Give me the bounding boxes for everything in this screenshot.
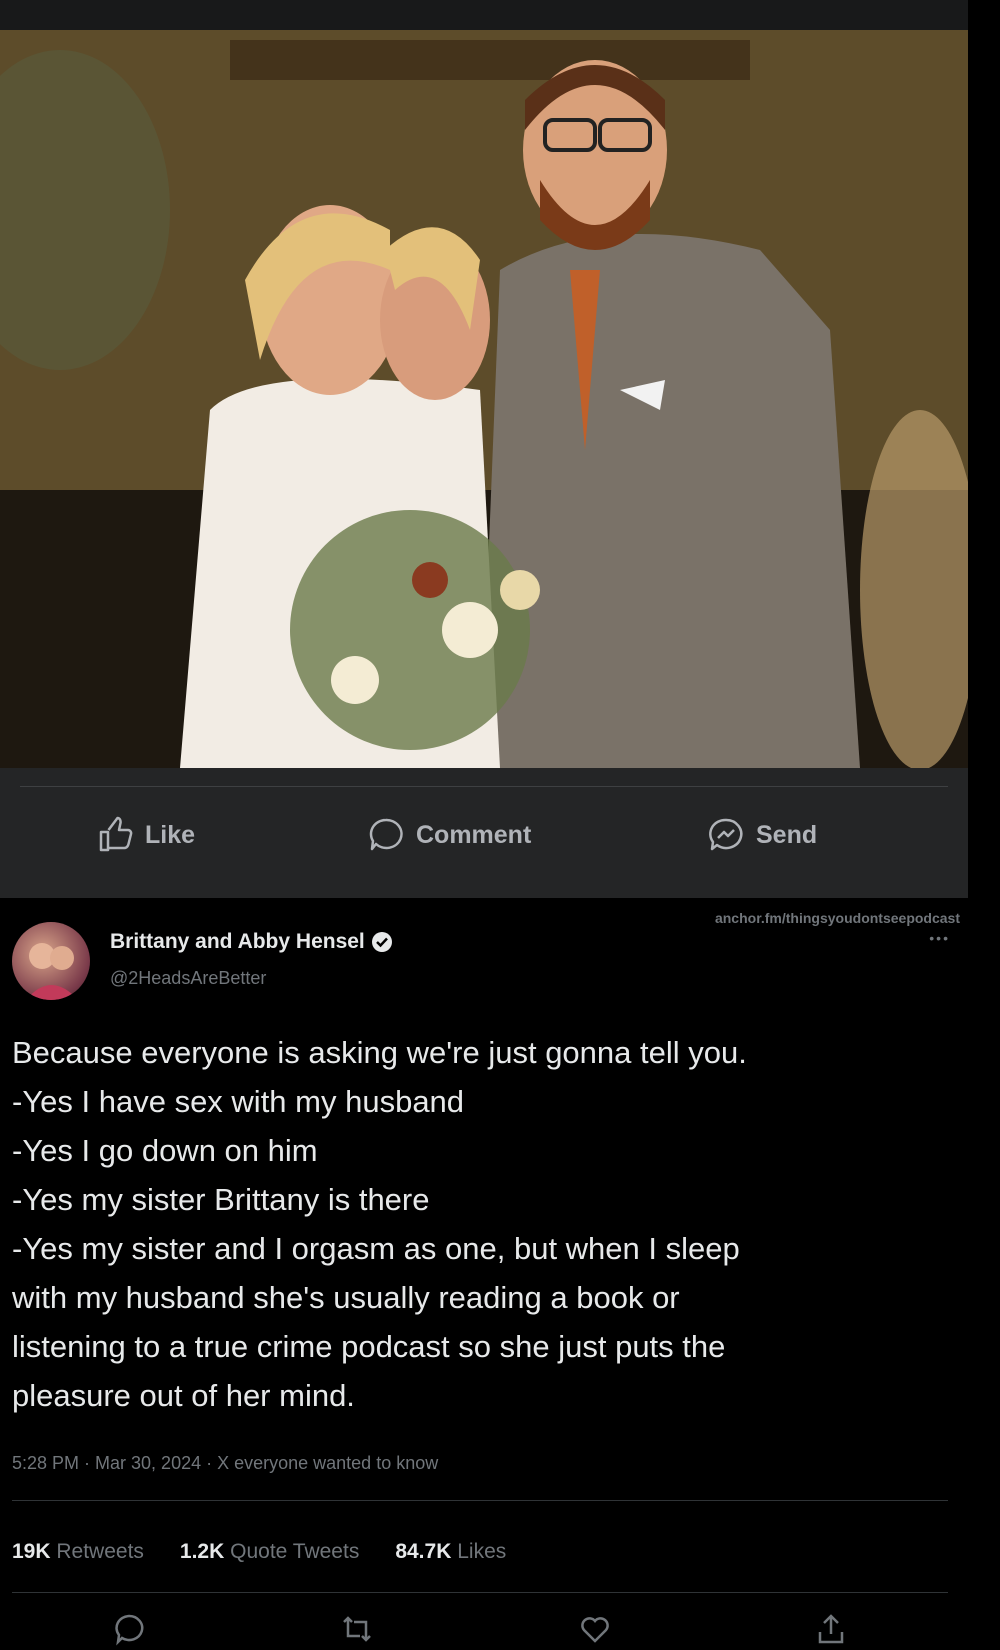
tweet-meta: 5:28 PM · Mar 30, 2024 · X everyone want… bbox=[12, 1453, 439, 1473]
send-button[interactable]: Send bbox=[706, 815, 817, 855]
comment-button[interactable]: Comment bbox=[366, 815, 531, 855]
comment-icon bbox=[369, 818, 403, 851]
verified-icon bbox=[371, 932, 392, 952]
tweet-stats: 19K Retweets 1.2K Quote Tweets 84.7K Lik… bbox=[12, 1540, 506, 1564]
action-bar: Like Comment Send bbox=[0, 800, 968, 870]
tweet-line: listening to a true crime podcast so she… bbox=[12, 1329, 726, 1364]
divider bbox=[12, 1592, 948, 1593]
tweet-text: Because everyone is asking we're just go… bbox=[12, 1028, 942, 1420]
likes-label: Likes bbox=[457, 1540, 507, 1563]
quotes-stat[interactable]: 1.2K Quote Tweets bbox=[180, 1540, 359, 1564]
author-name-row[interactable]: Brittany and Abby Hensel bbox=[110, 930, 393, 954]
wedding-photo[interactable] bbox=[0, 30, 968, 768]
tweet-line: -Yes I have sex with my husband bbox=[12, 1084, 465, 1119]
source-link[interactable]: anchor.fm/thingsyoudontseepodcast bbox=[715, 910, 960, 926]
likes-count: 84.7K bbox=[395, 1540, 452, 1563]
photo-illustration bbox=[0, 30, 968, 768]
comment-label: Comment bbox=[416, 820, 532, 849]
messenger-icon bbox=[709, 818, 743, 851]
quotes-count: 1.2K bbox=[179, 1540, 225, 1563]
thumbs-up-icon bbox=[99, 816, 133, 852]
reply-icon[interactable] bbox=[112, 1612, 146, 1646]
tweet-line: -Yes I go down on him bbox=[12, 1133, 318, 1168]
retweets-stat[interactable]: 19K Retweets bbox=[12, 1540, 144, 1564]
facebook-post: Like Comment Send bbox=[0, 0, 968, 898]
tweet-line: pleasure out of her mind. bbox=[12, 1378, 355, 1413]
avatar-image bbox=[26, 943, 78, 1000]
author-name: Brittany and Abby Hensel bbox=[110, 930, 365, 953]
retweet-icon[interactable] bbox=[340, 1612, 374, 1646]
tweet-line: -Yes my sister Brittany is there bbox=[12, 1182, 430, 1217]
like-label: Like bbox=[145, 820, 196, 849]
tweet-line: Because everyone is asking we're just go… bbox=[12, 1035, 747, 1070]
author-handle[interactable]: @2HeadsAreBetter bbox=[110, 968, 266, 989]
quotes-label: Quote Tweets bbox=[230, 1540, 360, 1563]
like-button[interactable]: Like bbox=[95, 815, 195, 855]
divider bbox=[12, 1500, 948, 1501]
tweet-action-bar bbox=[0, 1608, 968, 1650]
tweet-line: -Yes my sister and I orgasm as one, but … bbox=[12, 1231, 740, 1266]
retweets-count: 19K bbox=[12, 1540, 51, 1563]
retweets-label: Retweets bbox=[56, 1540, 144, 1563]
more-options[interactable]: ••• bbox=[929, 930, 950, 946]
likes-stat[interactable]: 84.7K Likes bbox=[395, 1540, 506, 1564]
top-strip bbox=[0, 0, 968, 30]
tweet-line: with my husband she's usually reading a … bbox=[12, 1280, 680, 1315]
send-label: Send bbox=[756, 820, 818, 849]
heart-icon[interactable] bbox=[578, 1612, 612, 1646]
avatar[interactable] bbox=[12, 922, 90, 1000]
share-icon[interactable] bbox=[814, 1612, 848, 1646]
divider bbox=[20, 786, 948, 787]
